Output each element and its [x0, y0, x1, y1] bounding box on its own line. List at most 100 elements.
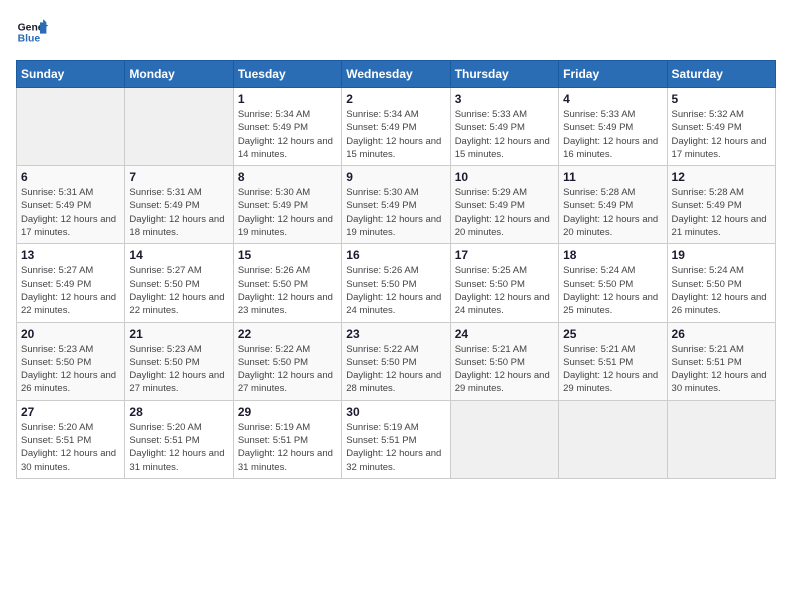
- day-number: 26: [672, 327, 771, 341]
- day-info: Sunrise: 5:30 AMSunset: 5:49 PMDaylight:…: [346, 186, 445, 239]
- day-info: Sunrise: 5:31 AMSunset: 5:49 PMDaylight:…: [129, 186, 228, 239]
- day-number: 5: [672, 92, 771, 106]
- weekday-tuesday: Tuesday: [233, 61, 341, 88]
- day-number: 8: [238, 170, 337, 184]
- logo-icon: General Blue: [16, 16, 48, 48]
- day-cell: 27Sunrise: 5:20 AMSunset: 5:51 PMDayligh…: [17, 400, 125, 478]
- day-cell: 3 Sunrise: 5:33 AMSunset: 5:49 PMDaylight…: [450, 88, 558, 166]
- day-cell: 17 Sunrise: 5:25 AMSunset: 5:50 PMDayligh…: [450, 244, 558, 322]
- day-info: Sunrise: 5:19 AMSunset: 5:51 PMDaylight:…: [238, 421, 337, 474]
- day-info: Sunrise: 5:21 AMSunset: 5:50 PMDaylight:…: [455, 343, 554, 396]
- day-cell: 25 Sunrise: 5:21 AMSunset: 5:51 PMDayligh…: [559, 322, 667, 400]
- day-number: 25: [563, 327, 662, 341]
- day-number: 11: [563, 170, 662, 184]
- day-cell: [667, 400, 775, 478]
- day-cell: 7 Sunrise: 5:31 AMSunset: 5:49 PMDaylight…: [125, 166, 233, 244]
- day-number: 17: [455, 248, 554, 262]
- weekday-saturday: Saturday: [667, 61, 775, 88]
- day-number: 18: [563, 248, 662, 262]
- day-number: 30: [346, 405, 445, 419]
- day-number: 16: [346, 248, 445, 262]
- day-number: 13: [21, 248, 120, 262]
- day-cell: [450, 400, 558, 478]
- day-number: 4: [563, 92, 662, 106]
- day-cell: 12 Sunrise: 5:28 AMSunset: 5:49 PMDayligh…: [667, 166, 775, 244]
- day-number: 15: [238, 248, 337, 262]
- day-cell: 1 Sunrise: 5:34 AMSunset: 5:49 PMDaylight…: [233, 88, 341, 166]
- day-cell: 21 Sunrise: 5:23 AMSunset: 5:50 PMDayligh…: [125, 322, 233, 400]
- logo: General Blue: [16, 16, 56, 48]
- day-cell: 23 Sunrise: 5:22 AMSunset: 5:50 PMDayligh…: [342, 322, 450, 400]
- day-number: 10: [455, 170, 554, 184]
- weekday-friday: Friday: [559, 61, 667, 88]
- day-cell: [17, 88, 125, 166]
- weekday-sunday: Sunday: [17, 61, 125, 88]
- day-info: Sunrise: 5:28 AMSunset: 5:49 PMDaylight:…: [672, 186, 771, 239]
- day-info: Sunrise: 5:30 AMSunset: 5:49 PMDaylight:…: [238, 186, 337, 239]
- day-info: Sunrise: 5:21 AMSunset: 5:51 PMDaylight:…: [672, 343, 771, 396]
- day-info: Sunrise: 5:27 AMSunset: 5:50 PMDaylight:…: [129, 264, 228, 317]
- day-cell: 15 Sunrise: 5:26 AMSunset: 5:50 PMDayligh…: [233, 244, 341, 322]
- day-cell: 14Sunrise: 5:27 AMSunset: 5:50 PMDayligh…: [125, 244, 233, 322]
- day-info: Sunrise: 5:33 AMSunset: 5:49 PMDaylight:…: [563, 108, 662, 161]
- day-cell: 22 Sunrise: 5:22 AMSunset: 5:50 PMDayligh…: [233, 322, 341, 400]
- day-info: Sunrise: 5:28 AMSunset: 5:49 PMDaylight:…: [563, 186, 662, 239]
- day-info: Sunrise: 5:22 AMSunset: 5:50 PMDaylight:…: [346, 343, 445, 396]
- day-cell: 4 Sunrise: 5:33 AMSunset: 5:49 PMDaylight…: [559, 88, 667, 166]
- week-row-3: 13 Sunrise: 5:27 AMSunset: 5:49 PMDayligh…: [17, 244, 776, 322]
- day-cell: 26 Sunrise: 5:21 AMSunset: 5:51 PMDayligh…: [667, 322, 775, 400]
- day-number: 7: [129, 170, 228, 184]
- day-info: Sunrise: 5:31 AMSunset: 5:49 PMDaylight:…: [21, 186, 120, 239]
- day-number: 6: [21, 170, 120, 184]
- day-info: Sunrise: 5:26 AMSunset: 5:50 PMDaylight:…: [238, 264, 337, 317]
- day-number: 28: [129, 405, 228, 419]
- day-info: Sunrise: 5:20 AMSunset: 5:51 PMDaylight:…: [21, 421, 120, 474]
- day-info: Sunrise: 5:25 AMSunset: 5:50 PMDaylight:…: [455, 264, 554, 317]
- day-cell: 2Sunrise: 5:34 AMSunset: 5:49 PMDaylight…: [342, 88, 450, 166]
- day-info: Sunrise: 5:29 AMSunset: 5:49 PMDaylight:…: [455, 186, 554, 239]
- day-info: Sunrise: 5:27 AMSunset: 5:49 PMDaylight:…: [21, 264, 120, 317]
- calendar-body: 1 Sunrise: 5:34 AMSunset: 5:49 PMDaylight…: [17, 88, 776, 479]
- day-info: Sunrise: 5:19 AMSunset: 5:51 PMDaylight:…: [346, 421, 445, 474]
- day-number: 23: [346, 327, 445, 341]
- day-info: Sunrise: 5:33 AMSunset: 5:49 PMDaylight:…: [455, 108, 554, 161]
- day-info: Sunrise: 5:26 AMSunset: 5:50 PMDaylight:…: [346, 264, 445, 317]
- day-info: Sunrise: 5:20 AMSunset: 5:51 PMDaylight:…: [129, 421, 228, 474]
- day-info: Sunrise: 5:24 AMSunset: 5:50 PMDaylight:…: [563, 264, 662, 317]
- day-info: Sunrise: 5:23 AMSunset: 5:50 PMDaylight:…: [129, 343, 228, 396]
- calendar-table: SundayMondayTuesdayWednesdayThursdayFrid…: [16, 60, 776, 479]
- day-info: Sunrise: 5:21 AMSunset: 5:51 PMDaylight:…: [563, 343, 662, 396]
- day-number: 21: [129, 327, 228, 341]
- weekday-header-row: SundayMondayTuesdayWednesdayThursdayFrid…: [17, 61, 776, 88]
- day-number: 1: [238, 92, 337, 106]
- day-number: 3: [455, 92, 554, 106]
- day-info: Sunrise: 5:24 AMSunset: 5:50 PMDaylight:…: [672, 264, 771, 317]
- day-cell: 13 Sunrise: 5:27 AMSunset: 5:49 PMDayligh…: [17, 244, 125, 322]
- svg-text:Blue: Blue: [18, 34, 41, 45]
- day-info: Sunrise: 5:34 AMSunset: 5:49 PMDaylight:…: [238, 108, 337, 161]
- day-number: 12: [672, 170, 771, 184]
- day-cell: 6 Sunrise: 5:31 AMSunset: 5:49 PMDaylight…: [17, 166, 125, 244]
- weekday-monday: Monday: [125, 61, 233, 88]
- week-row-5: 27Sunrise: 5:20 AMSunset: 5:51 PMDayligh…: [17, 400, 776, 478]
- day-cell: 18 Sunrise: 5:24 AMSunset: 5:50 PMDayligh…: [559, 244, 667, 322]
- day-cell: 11 Sunrise: 5:28 AMSunset: 5:49 PMDayligh…: [559, 166, 667, 244]
- page-header: General Blue: [16, 16, 776, 48]
- weekday-thursday: Thursday: [450, 61, 558, 88]
- day-cell: 5 Sunrise: 5:32 AMSunset: 5:49 PMDaylight…: [667, 88, 775, 166]
- week-row-2: 6 Sunrise: 5:31 AMSunset: 5:49 PMDaylight…: [17, 166, 776, 244]
- day-info: Sunrise: 5:22 AMSunset: 5:50 PMDaylight:…: [238, 343, 337, 396]
- day-cell: 9Sunrise: 5:30 AMSunset: 5:49 PMDaylight…: [342, 166, 450, 244]
- day-info: Sunrise: 5:23 AMSunset: 5:50 PMDaylight:…: [21, 343, 120, 396]
- day-cell: 10 Sunrise: 5:29 AMSunset: 5:49 PMDayligh…: [450, 166, 558, 244]
- day-number: 24: [455, 327, 554, 341]
- day-info: Sunrise: 5:32 AMSunset: 5:49 PMDaylight:…: [672, 108, 771, 161]
- day-cell: 30 Sunrise: 5:19 AMSunset: 5:51 PMDayligh…: [342, 400, 450, 478]
- week-row-1: 1 Sunrise: 5:34 AMSunset: 5:49 PMDaylight…: [17, 88, 776, 166]
- day-number: 22: [238, 327, 337, 341]
- day-cell: 19 Sunrise: 5:24 AMSunset: 5:50 PMDayligh…: [667, 244, 775, 322]
- day-number: 2: [346, 92, 445, 106]
- day-cell: [125, 88, 233, 166]
- day-cell: [559, 400, 667, 478]
- day-number: 19: [672, 248, 771, 262]
